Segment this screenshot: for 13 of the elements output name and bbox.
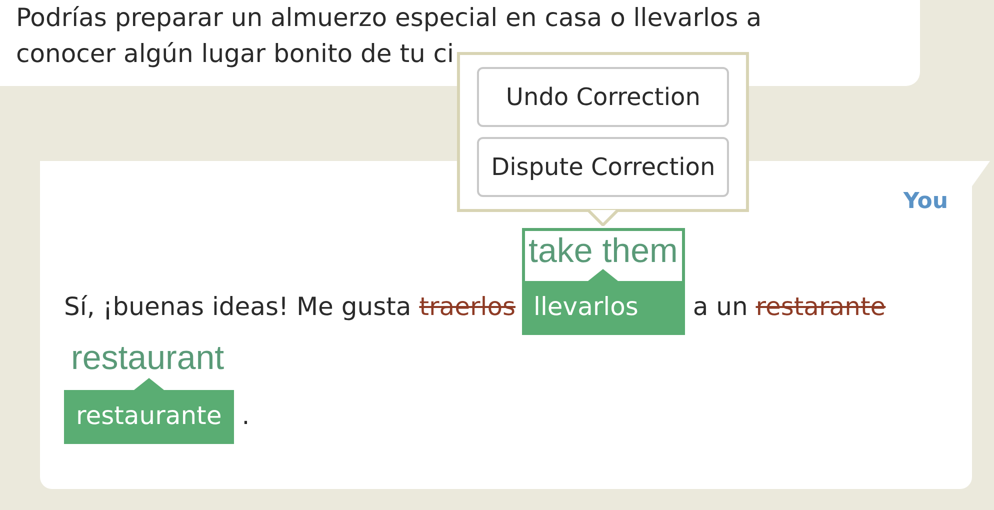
translation-gloss: restaurant <box>70 338 226 378</box>
popover-button[interactable]: Dispute Correction <box>477 137 730 197</box>
struck-word: restarante <box>756 292 886 321</box>
message-text: . <box>242 401 250 430</box>
author-label: You <box>903 189 948 214</box>
message-text: Sí, ¡buenas ideas! Me gusta <box>64 292 412 321</box>
struck-word: traerlos <box>419 292 516 321</box>
popover-button[interactable]: Undo Correction <box>477 67 730 127</box>
message-text: conocer algún lugar bonito de tu ci <box>16 38 454 70</box>
message-text: Podrías preparar un almuerzo especial en casa o llevarlos a <box>16 2 762 34</box>
pointer-notch <box>588 269 618 281</box>
pointer-notch <box>134 378 164 390</box>
message-text: a un <box>692 292 748 321</box>
